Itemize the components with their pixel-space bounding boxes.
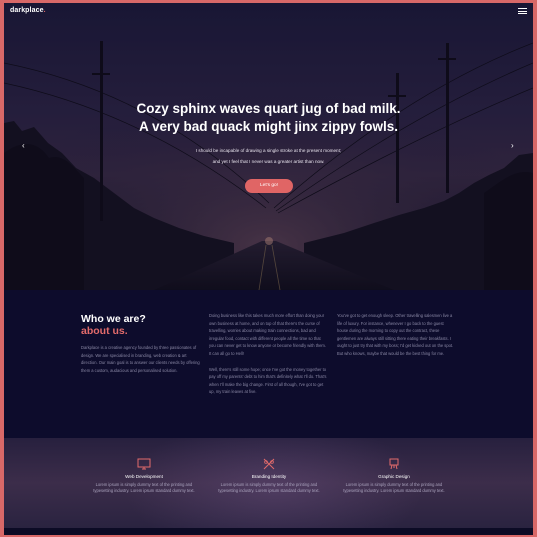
monitor-icon [137,458,151,470]
about-section: Who we are? about us. Darkplace is a cre… [4,290,533,438]
about-column-2: Doing business like this takes much more… [209,312,327,396]
service-description: Lorem ipsum is simply dummy text of the … [218,482,320,494]
slider-next-arrow-icon[interactable]: › [511,142,514,150]
service-description: Lorem ipsum is simply dummy text of the … [93,482,195,494]
service-description: Lorem ipsum is simply dummy text of the … [343,482,445,494]
footer-edge [4,528,533,535]
lets-go-button[interactable]: Let's go! [245,179,293,193]
slider-prev-arrow-icon[interactable]: ‹ [22,142,25,150]
hero-headline: Cozy sphinx waves quart jug of bad milk.… [136,101,401,134]
services-section: Web Development Lorem ipsum is simply du… [4,438,533,528]
service-title: Branding Identity [251,474,287,479]
service-card-web-development: Web Development Lorem ipsum is simply du… [89,458,199,495]
brand-logo[interactable]: darkplace. [10,7,46,14]
about-paragraph: Well, there's still some hope; once I've… [209,366,327,395]
page: darkplace. Cozy sphinx waves quart jug o… [4,3,533,535]
hamburger-menu-icon[interactable] [518,8,527,14]
design-tools-icon [263,458,275,470]
service-title: Web Development [125,474,163,479]
service-card-graphic-design: Graphic Design Lorem ipsum is simply dum… [339,458,449,495]
about-subtitle: about us. [81,325,128,337]
easel-icon [389,458,399,470]
hero-section: darkplace. Cozy sphinx waves quart jug o… [4,3,533,290]
hero-subtitle: I should be incapable of drawing a singl… [195,148,342,164]
about-paragraph: Doing business like this takes much more… [209,313,326,356]
about-intro: Darkplace is a creative agency founded b… [81,345,200,373]
about-column-3: You've got to get enough sleep. Other tr… [337,312,455,358]
service-card-branding-identity: Branding Identity Lorem ipsum is simply … [214,458,324,495]
about-paragraph: You've got to get enough sleep. Other tr… [337,313,454,356]
service-title: Graphic Design [378,474,410,479]
about-title: Who we are? [81,313,146,325]
